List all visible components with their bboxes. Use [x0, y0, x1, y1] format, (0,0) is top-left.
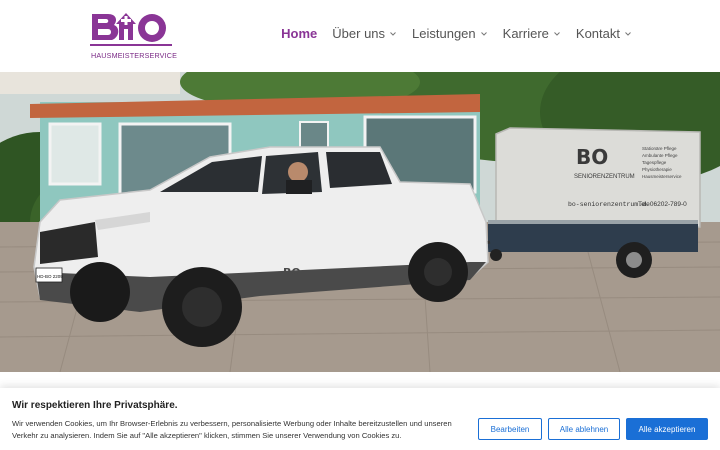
main-nav: Home Über uns Leistungen Karriere Kontak…	[266, 26, 632, 41]
trailer-subtitle: SENIORENZENTRUM	[574, 174, 635, 180]
trailer-list-item: Hausmeisterservice	[642, 174, 682, 179]
cookie-reject-button[interactable]: Alle ablehnen	[548, 418, 620, 440]
nav-item-label: Über uns	[332, 26, 386, 41]
truck-door-logo: BO	[283, 266, 301, 279]
page: HAUSMEISTERSERVICE Home Über uns Leistun…	[0, 0, 720, 450]
nav-item-label: Karriere	[502, 26, 549, 41]
hero-photo: BO SENIORENZENTRUM Stationäre Pflege Amb…	[0, 72, 720, 372]
trailer-list-item: Physiotherapie	[642, 167, 672, 172]
trailer-list-item: Stationäre Pflege	[642, 146, 677, 151]
site-logo[interactable]: HAUSMEISTERSERVICE	[90, 10, 178, 62]
site-header: HAUSMEISTERSERVICE Home Über uns Leistun…	[0, 0, 720, 72]
trailer-list-item: Tagespflege	[642, 160, 667, 165]
chevron-down-icon	[480, 31, 487, 36]
chevron-down-icon	[554, 31, 560, 36]
logo-subtitle: HAUSMEISTERSERVICE	[91, 51, 178, 60]
nav-item-label: Leistungen	[412, 26, 476, 41]
chevron-down-icon	[390, 31, 396, 36]
nav-item-label: Home	[281, 26, 318, 41]
nav-item-karriere[interactable]: Karriere	[503, 26, 561, 41]
trailer-logo: BO	[576, 145, 608, 169]
trailer-phone: Tel. 06202-789-0	[638, 201, 687, 208]
nav-item-kontakt[interactable]: Kontakt	[576, 26, 632, 41]
nav-item-home[interactable]: Home	[281, 26, 317, 41]
nav-item-label: Kontakt	[575, 26, 620, 41]
license-plate: HD-BO 2209	[37, 274, 63, 279]
nav-item-leistungen[interactable]: Leistungen	[412, 26, 488, 41]
cookie-accept-button[interactable]: Alle akzeptieren	[626, 418, 708, 440]
cookie-customize-button[interactable]: Bearbeiten	[478, 418, 542, 440]
logo-mark-icon	[90, 13, 172, 46]
nav-item-ueber-uns[interactable]: Über uns	[332, 26, 397, 41]
cookie-consent-banner: Wir respektieren Ihre Privatsphäre. Wir …	[0, 388, 720, 450]
trailer-list-item: Ambulante Pflege	[642, 153, 678, 158]
cookie-title: Wir respektieren Ihre Privatsphäre.	[12, 400, 178, 411]
hero-image: BO SENIORENZENTRUM Stationäre Pflege Amb…	[0, 72, 720, 372]
chevron-down-icon	[625, 31, 631, 36]
cookie-description: Wir verwenden Cookies, um Ihr Browser-Er…	[12, 419, 452, 440]
